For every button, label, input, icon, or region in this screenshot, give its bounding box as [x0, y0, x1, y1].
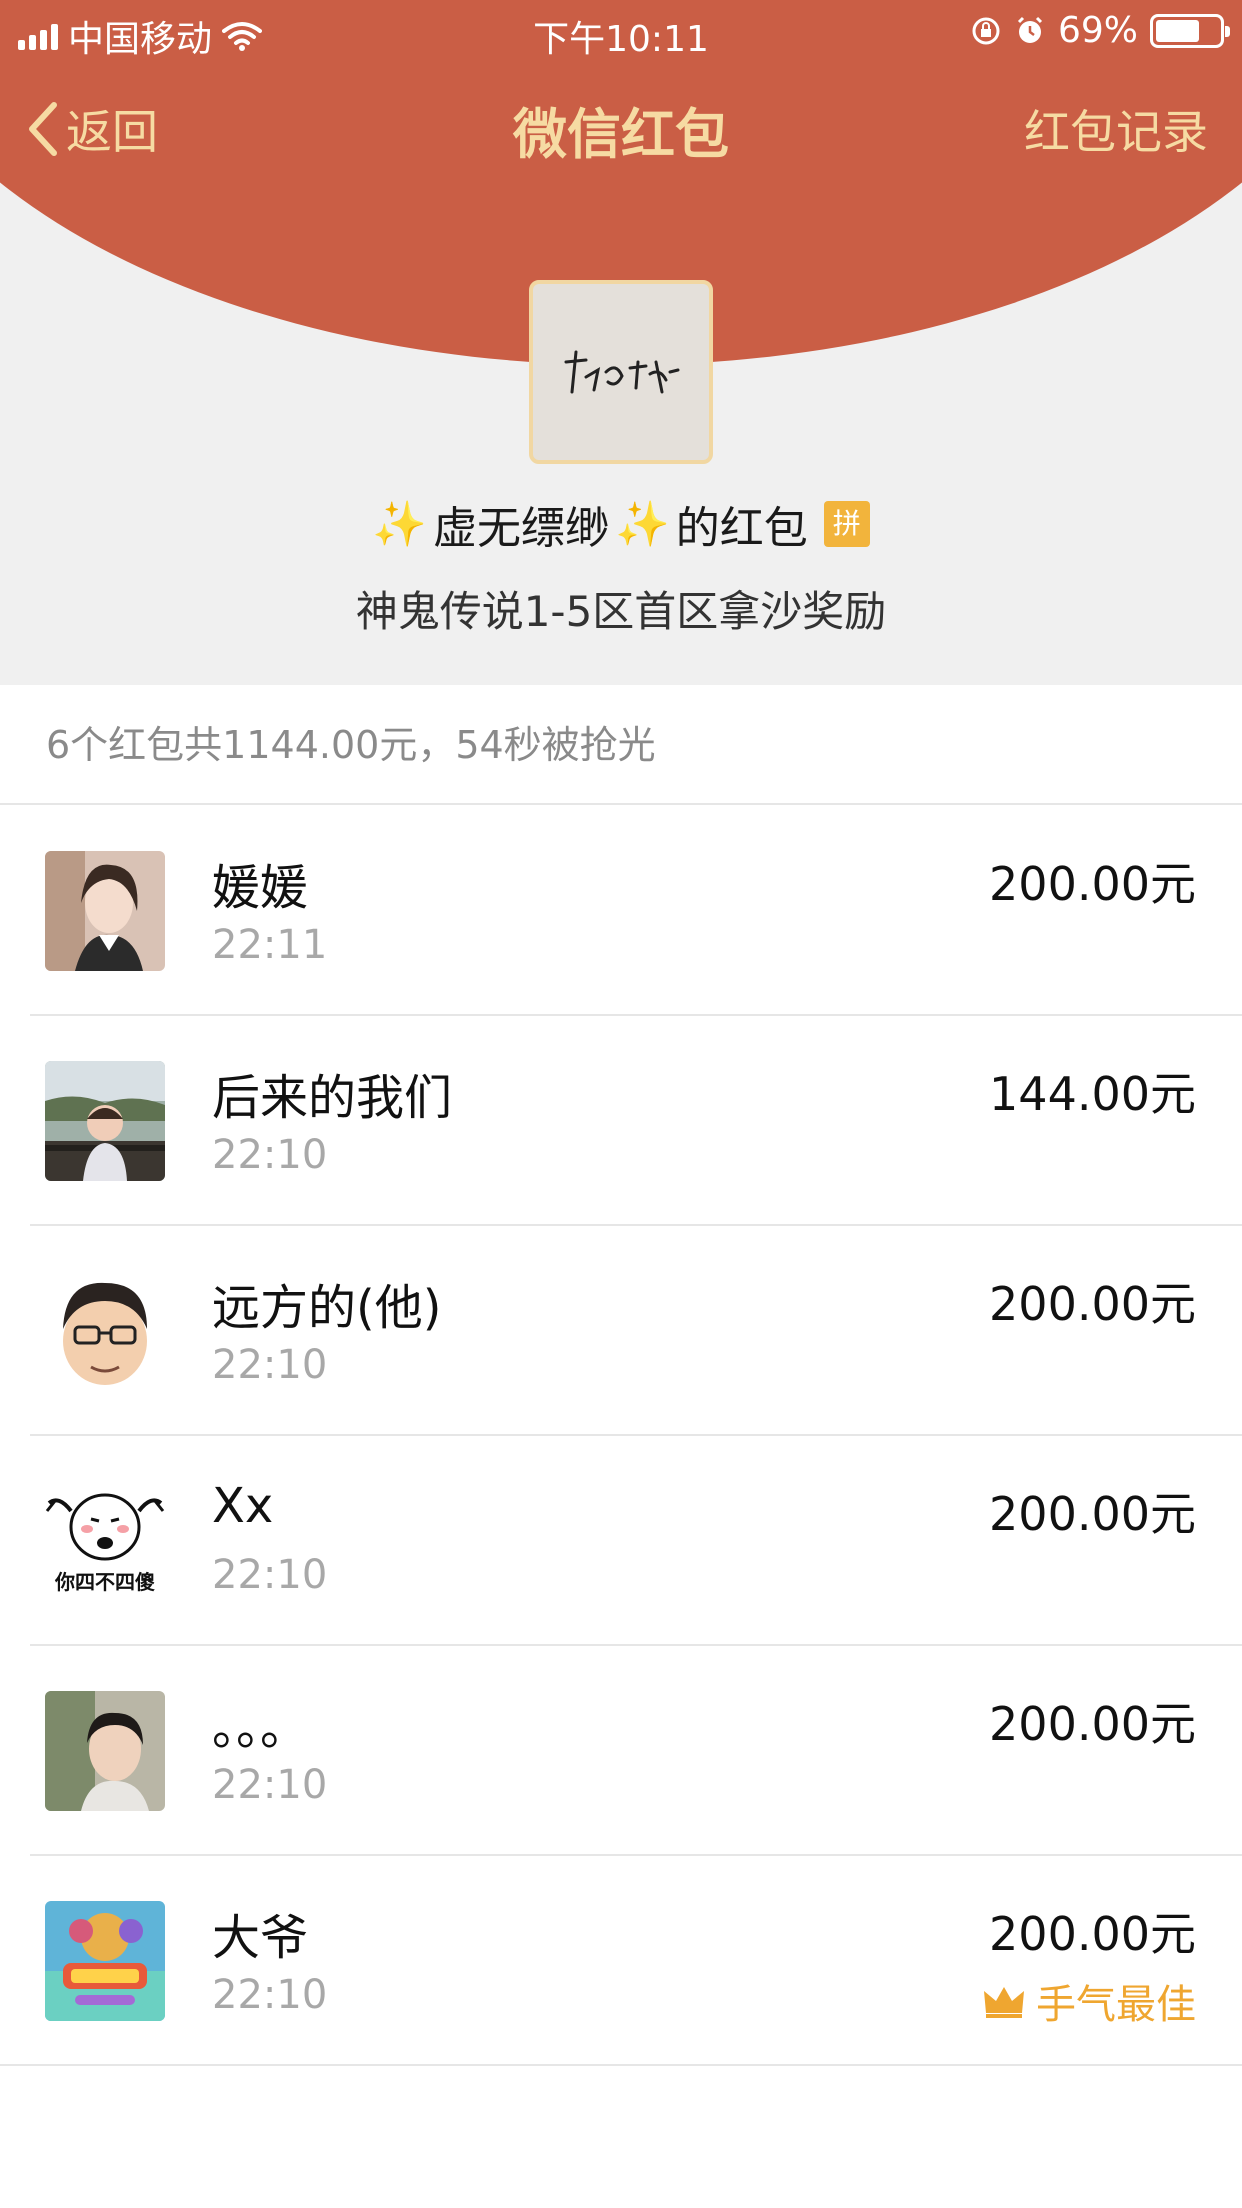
recipient-avatar [45, 1901, 165, 2021]
recipient-list: 媛媛 22:11 200.00元 后来的我们 22:10 144.00元 远方的… [0, 806, 1242, 2066]
rotation-lock-icon [972, 17, 1000, 44]
recipient-avatar: 你四不四傻 [45, 1481, 165, 1601]
sender-name-tail: 的红包 [675, 503, 808, 554]
red-packet-record-button[interactable]: 红包记录 [1024, 96, 1208, 162]
status-bar: 中国移动 下午10:11 69% [0, 0, 1242, 60]
recipient-row[interactable]: 你四不四傻 Xx 22:10 200.00元 [30, 1436, 1242, 1646]
recipient-time: 22:10 [212, 1132, 328, 1178]
recipient-time: 22:10 [212, 1342, 328, 1388]
recipient-amount: 144.00元 [989, 1067, 1196, 1121]
recipient-row[interactable]: 。。。 22:10 200.00元 [30, 1646, 1242, 1856]
recipient-avatar [45, 851, 165, 971]
sparkle-icon: ✨ [615, 499, 670, 550]
recipient-time: 22:11 [212, 922, 328, 968]
recipient-amount: 200.00元 [989, 1907, 1196, 1961]
recipient-avatar [45, 1691, 165, 1811]
recipient-avatar [45, 1271, 165, 1391]
recipient-name: 。。。 [212, 1700, 309, 1756]
best-luck-badge: 手气最佳 [982, 1972, 1196, 2030]
sender-avatar[interactable] [529, 280, 713, 464]
crown-icon [984, 1987, 1024, 2018]
recipient-row[interactable]: 媛媛 22:11 200.00元 [30, 806, 1242, 1016]
battery-percent: 69% [1057, 10, 1138, 51]
recipient-row[interactable]: 大爷 22:10 200.00元 手气最佳 [0, 1856, 1242, 2066]
sparkle-icon: ✨ [372, 499, 427, 550]
recipient-name: 远方的(他) [212, 1280, 442, 1336]
red-packet-greeting: 神鬼传说1-5区首区拿沙奖励 [355, 587, 887, 636]
signature-image [564, 350, 680, 394]
best-luck-label: 手气最佳 [1036, 1982, 1196, 2028]
group-luck-badge: 拼 [823, 501, 870, 547]
recipient-name: 后来的我们 [212, 1070, 453, 1126]
recipient-avatar [45, 1061, 165, 1181]
recipient-time: 22:10 [212, 1972, 328, 2018]
recipient-name: 媛媛 [212, 860, 309, 916]
recipient-row[interactable]: 后来的我们 22:10 144.00元 [30, 1016, 1242, 1226]
sender-name-row: ✨ 虚无缥缈 ✨ 的红包 拼 [0, 492, 1242, 556]
alarm-icon [1017, 16, 1043, 43]
recipient-name: Xx [212, 1478, 274, 1534]
recipient-amount: 200.00元 [989, 1277, 1196, 1331]
recipient-name: 大爷 [212, 1910, 309, 1966]
recipient-time: 22:10 [212, 1762, 328, 1808]
sender-name: 虚无缥缈 [433, 503, 609, 554]
recipient-amount: 200.00元 [989, 1697, 1196, 1751]
battery-icon [1150, 13, 1230, 48]
red-packet-summary: 6个红包共1144.00元，54秒被抢光 [0, 685, 1242, 805]
recipient-time: 22:10 [212, 1552, 328, 1598]
recipient-amount: 200.00元 [989, 857, 1196, 911]
recipient-row[interactable]: 远方的(他) 22:10 200.00元 [30, 1226, 1242, 1436]
navigation-bar: 返回 微信红包 红包记录 [0, 88, 1242, 168]
recipient-amount: 200.00元 [989, 1487, 1196, 1541]
avatar-caption: 你四不四傻 [55, 1570, 155, 1594]
